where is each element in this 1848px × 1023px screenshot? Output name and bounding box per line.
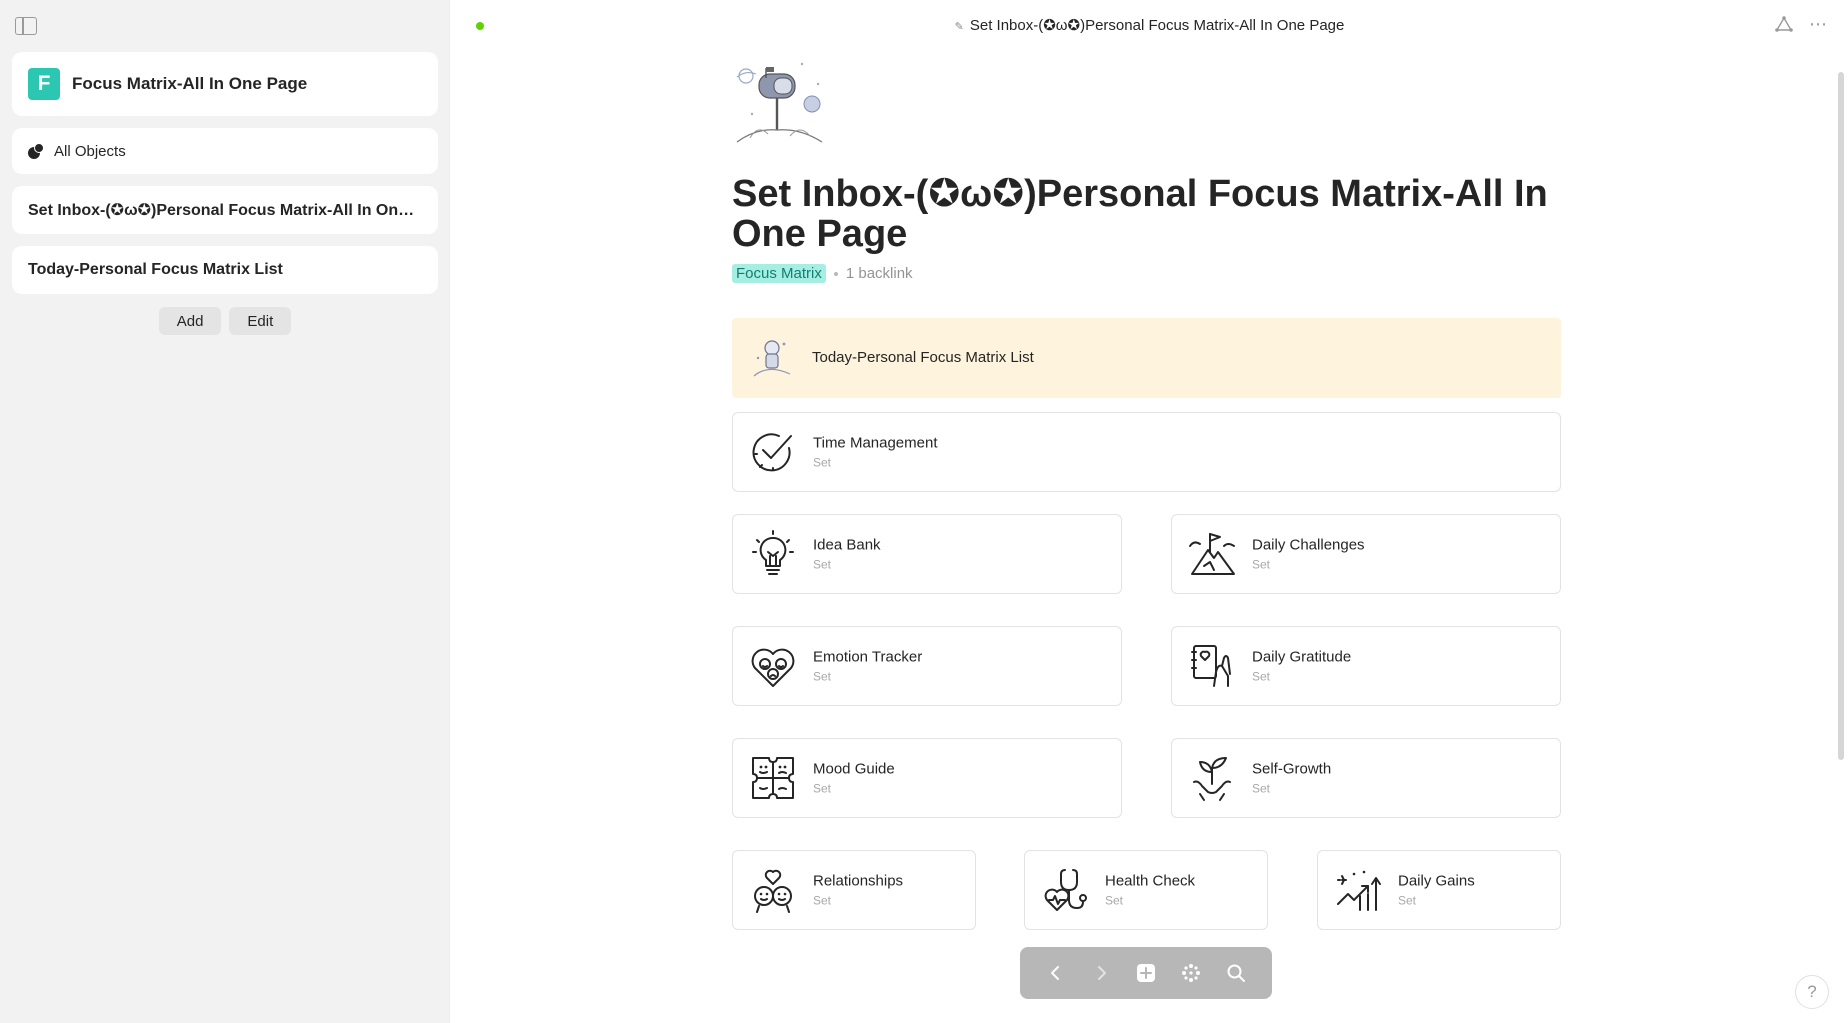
card-title: Relationships [813, 872, 904, 890]
widget-label: Today-Personal Focus Matrix List [28, 261, 283, 278]
widget-set-inbox[interactable]: Set Inbox-(✪ω✪)Personal Focus Matrix-All… [12, 186, 438, 234]
card-title: Daily Gratitude [1252, 648, 1352, 666]
self-growth-card[interactable]: Self-Growth Set [1171, 738, 1561, 818]
sidebar-actions: Add Edit [0, 307, 450, 335]
card-title: Today-Personal Focus Matrix List [812, 349, 1034, 366]
health-check-card[interactable]: Health Check Set [1024, 850, 1268, 930]
card-type: Set [1252, 669, 1271, 684]
emotion-tracker-card[interactable]: Emotion Tracker Set [732, 626, 1122, 706]
forward-button[interactable] [1087, 959, 1115, 987]
back-button[interactable] [1042, 959, 1070, 987]
couple-heart-icon [754, 869, 792, 913]
card-title: Health Check [1105, 872, 1196, 890]
card-type: Set [813, 557, 832, 572]
chevron-left-icon [1051, 966, 1060, 980]
mountain-flag-icon [1189, 533, 1235, 575]
scrollbar[interactable] [1838, 72, 1844, 760]
page-title[interactable]: Set Inbox-(✪ω✪)Personal Focus Matrix-All… [732, 174, 1561, 254]
main-area: Set Inbox-(✪ω✪)Personal Focus Matrix-All… [451, 50, 1848, 1023]
notebook-hands-icon [1191, 645, 1231, 687]
all-objects-link[interactable]: All Objects [12, 128, 438, 174]
growth-chart-icon [1337, 870, 1381, 911]
daily-gratitude-card[interactable]: Daily Gratitude Set [1171, 626, 1561, 706]
card-title: Self-Growth [1252, 760, 1332, 778]
card-title: Daily Gains [1398, 872, 1475, 890]
plus-square-icon [1136, 964, 1155, 982]
add-widget-button[interactable]: Add [158, 307, 222, 335]
backlink-count[interactable]: 1 backlink [846, 265, 913, 282]
widget-today-list[interactable]: Today-Personal Focus Matrix List [12, 246, 438, 294]
header: ✎ Set Inbox-(✪ω✪)Personal Focus Matrix-Al… [451, 0, 1848, 50]
daily-gains-card[interactable]: Daily Gains Set [1317, 850, 1561, 930]
card-type: Set [1252, 781, 1271, 796]
card-title: Daily Challenges [1252, 536, 1365, 554]
stethoscope-icon [1044, 869, 1087, 911]
card-type: Set [1105, 893, 1124, 908]
widget-label: Set Inbox-(✪ω✪)Personal Focus Matrix-All… [28, 202, 422, 219]
space-name: Focus Matrix-All In One Page [72, 74, 308, 93]
graph-icon[interactable] [1775, 16, 1793, 32]
daily-challenges-card[interactable]: Daily Challenges Set [1171, 514, 1561, 594]
hand-sprout-icon [1193, 757, 1231, 801]
search-icon [1227, 964, 1245, 982]
sidebar-toggle-icon[interactable] [15, 17, 37, 35]
search-button[interactable] [1222, 959, 1250, 987]
meta-separator [833, 271, 838, 276]
card-title: Idea Bank [813, 536, 881, 554]
page-meta: Focus Matrix 1 backlink [732, 264, 913, 283]
mood-guide-card[interactable]: Mood Guide Set [732, 738, 1122, 818]
lightbulb-icon [752, 530, 794, 575]
breadcrumb-label: Set Inbox-(✪ω✪)Personal Focus Matrix-All… [969, 17, 1345, 34]
card-type: Set [1252, 557, 1271, 572]
today-list-card[interactable]: Today-Personal Focus Matrix List [732, 318, 1561, 398]
card-title: Time Management [813, 434, 938, 452]
card-title: Emotion Tracker [813, 648, 923, 666]
breadcrumb[interactable]: ✎ Set Inbox-(✪ω✪)Personal Focus Matrix-Al… [451, 16, 1848, 34]
all-objects-label: All Objects [54, 142, 126, 160]
tag-badge[interactable]: Focus Matrix [732, 264, 826, 283]
puzzle-faces-icon [752, 757, 794, 799]
create-object-button[interactable] [1132, 959, 1160, 987]
time-management-card[interactable]: Time Management Set [732, 412, 1561, 492]
mailbox-illustration-icon [736, 62, 823, 143]
card-type: Set [813, 455, 832, 470]
space-card[interactable]: F Focus Matrix-All In One Page [12, 52, 438, 116]
card-title: Mood Guide [813, 760, 895, 778]
card-type: Set [1398, 893, 1417, 908]
idea-bank-card[interactable]: Idea Bank Set [732, 514, 1122, 594]
graph-view-button[interactable] [1177, 959, 1205, 987]
chevron-right-icon [1098, 966, 1107, 980]
card-type: Set [813, 669, 832, 684]
astronaut-illustration-icon [753, 340, 791, 377]
clock-check-icon [752, 433, 792, 472]
page-small-icon: ✎ [954, 21, 964, 33]
more-options-icon[interactable]: ⋯ [1809, 14, 1828, 35]
relationships-card[interactable]: Relationships Set [732, 850, 976, 930]
dots-grid-icon [1181, 964, 1200, 982]
objects-icon [28, 143, 44, 159]
edit-widgets-button[interactable]: Edit [229, 307, 292, 335]
help-button[interactable]: ? [1795, 975, 1829, 1009]
heart-faces-icon [751, 648, 795, 687]
bottom-navigation [1020, 947, 1272, 999]
sidebar: F Focus Matrix-All In One Page All Objec… [0, 0, 450, 1023]
card-type: Set [813, 893, 832, 908]
space-logo: F [28, 68, 60, 100]
card-type: Set [813, 781, 832, 796]
